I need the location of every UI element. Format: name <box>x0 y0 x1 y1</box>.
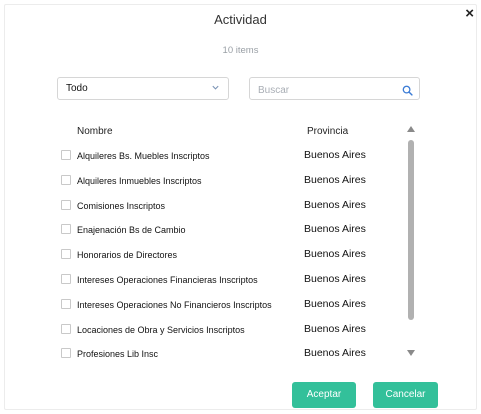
list-item[interactable]: Locaciones de Obra y Servicios Inscripto… <box>57 320 407 342</box>
list-item[interactable]: Enajenación Bs de Cambio Buenos Aires <box>57 220 407 242</box>
actividad-dialog: × Actividad 10 items Todo Nombre Provinc… <box>0 0 481 414</box>
column-header-nombre[interactable]: Nombre <box>77 126 113 137</box>
column-header-provincia[interactable]: Provincia <box>307 126 348 137</box>
row-checkbox[interactable] <box>61 150 71 160</box>
list-item[interactable]: Alquileres Inmuebles Inscriptos Buenos A… <box>57 171 407 193</box>
accept-button[interactable]: Aceptar <box>292 382 356 408</box>
scroll-down-arrow-icon[interactable] <box>407 350 415 356</box>
row-nombre: Intereses Operaciones No Financieros Ins… <box>77 300 272 310</box>
row-checkbox[interactable] <box>61 200 71 210</box>
row-nombre: Intereses Operaciones Financieras Inscri… <box>77 275 258 285</box>
list-item[interactable]: Profesiones Lib Insc Buenos Aires <box>57 344 407 366</box>
row-checkbox[interactable] <box>61 324 71 334</box>
row-provincia: Buenos Aires <box>304 273 366 285</box>
list-item[interactable]: Honorarios de Directores Buenos Aires <box>57 245 407 267</box>
row-provincia: Buenos Aires <box>304 248 366 260</box>
search-input[interactable] <box>256 81 400 99</box>
row-nombre: Enajenación Bs de Cambio <box>77 225 186 235</box>
dialog-title: Actividad <box>214 12 267 27</box>
list-item[interactable]: Comisiones Inscriptos Buenos Aires <box>57 196 407 218</box>
row-provincia: Buenos Aires <box>304 323 366 335</box>
row-provincia: Buenos Aires <box>304 347 366 359</box>
scroll-up-arrow-icon[interactable] <box>407 126 415 132</box>
cancel-button[interactable]: Cancelar <box>373 382 438 408</box>
row-provincia: Buenos Aires <box>304 149 366 161</box>
row-nombre: Honorarios de Directores <box>77 250 178 260</box>
row-provincia: Buenos Aires <box>304 174 366 186</box>
row-nombre: Alquileres Bs. Muebles Inscriptos <box>77 151 210 161</box>
filter-select-value: Todo <box>66 83 88 94</box>
scrollbar-thumb[interactable] <box>408 140 414 320</box>
row-nombre: Alquileres Inmuebles Inscriptos <box>77 176 202 186</box>
row-nombre: Profesiones Lib Insc <box>77 349 159 359</box>
row-checkbox[interactable] <box>61 274 71 284</box>
row-checkbox[interactable] <box>61 175 71 185</box>
row-nombre: Comisiones Inscriptos <box>77 201 166 211</box>
filter-select[interactable]: Todo <box>57 77 229 100</box>
row-provincia: Buenos Aires <box>304 298 366 310</box>
search-icon[interactable] <box>402 83 413 96</box>
items-count: 10 items <box>222 45 259 56</box>
row-checkbox[interactable] <box>61 348 71 358</box>
row-nombre: Locaciones de Obra y Servicios Inscripto… <box>77 325 245 335</box>
list-item[interactable]: Alquileres Bs. Muebles Inscriptos Buenos… <box>57 146 407 168</box>
list-item[interactable]: Intereses Operaciones No Financieros Ins… <box>57 295 407 317</box>
row-provincia: Buenos Aires <box>304 199 366 211</box>
chevron-down-icon <box>211 83 220 94</box>
row-checkbox[interactable] <box>61 299 71 309</box>
activity-list: Nombre Provincia Alquileres Bs. Muebles … <box>57 122 420 365</box>
list-item[interactable]: Intereses Operaciones Financieras Inscri… <box>57 270 407 292</box>
row-checkbox[interactable] <box>61 224 71 234</box>
row-checkbox[interactable] <box>61 249 71 259</box>
search-box[interactable] <box>249 77 420 100</box>
row-provincia: Buenos Aires <box>304 223 366 235</box>
